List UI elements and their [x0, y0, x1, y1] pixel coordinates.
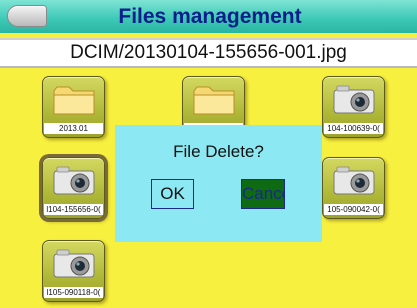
file-manager-screen: Files management DCIM/20130104-155656-00… — [0, 0, 417, 308]
camera-icon — [333, 85, 375, 114]
tile-label: 2013.01 — [44, 123, 103, 134]
file-tile-photo[interactable]: l105-090118-0( — [42, 240, 105, 302]
back-button[interactable] — [7, 5, 47, 27]
folder-icon — [193, 86, 235, 115]
folder-icon — [53, 86, 95, 115]
ok-button[interactable]: OK — [151, 179, 194, 209]
tile-label: l104-155656-0( — [44, 204, 103, 215]
file-tile-photo[interactable]: 104-100639-0( — [322, 76, 385, 138]
path-bar: DCIM/20130104-155656-001.jpg — [0, 38, 417, 68]
tile-label: 104-100639-0( — [324, 123, 383, 134]
file-tile-folder-2013-01[interactable]: 2013.01 — [42, 76, 105, 138]
tile-label: 105-090042-0( — [324, 204, 383, 215]
camera-icon — [53, 166, 95, 195]
tile-label: l105-090118-0( — [44, 287, 103, 298]
dialog-message: File Delete? — [173, 142, 264, 161]
file-tile-photo-selected[interactable]: l104-155656-0( — [42, 157, 105, 219]
camera-icon — [333, 166, 375, 195]
delete-confirm-dialog: File Delete? OK Cancel — [115, 125, 322, 242]
camera-icon — [53, 249, 95, 278]
file-tile-photo[interactable]: 105-090042-0( — [322, 157, 385, 219]
page-title: Files management — [118, 5, 302, 28]
cancel-button[interactable]: Cancel — [241, 179, 285, 209]
header-bar: Files management — [0, 0, 417, 33]
current-path: DCIM/20130104-155656-001.jpg — [70, 42, 347, 63]
